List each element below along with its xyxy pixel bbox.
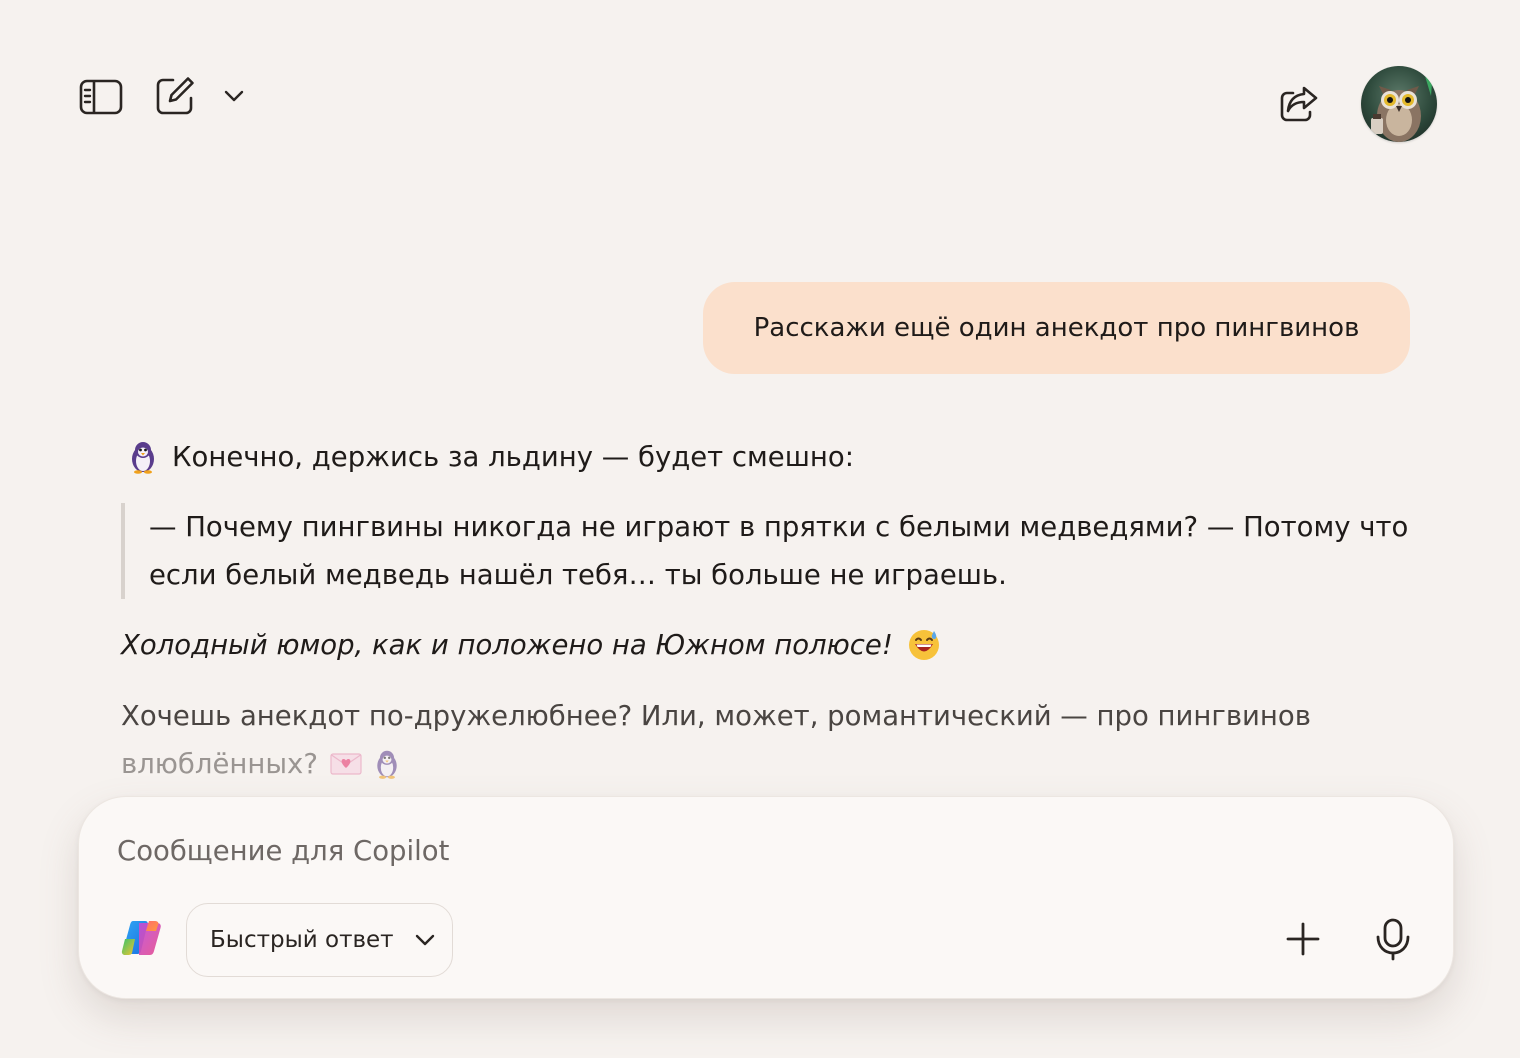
user-message-bubble: Расскажи ещё один анекдот про пингвинов — [703, 282, 1410, 374]
attach-button[interactable] — [1279, 915, 1327, 963]
followup-line-2: влюблённых? — [121, 748, 318, 780]
penguin-emoji — [132, 442, 154, 474]
message-input[interactable] — [117, 831, 1217, 871]
grinning-sweat-emoji — [908, 630, 939, 660]
joke-blockquote: — Почему пингвины никогда не играют в пр… — [121, 503, 1421, 599]
new-chat-button[interactable] — [150, 70, 200, 122]
microphone-icon — [1376, 918, 1410, 961]
assistant-intro-text: Конечно, держись за льдину — будет смешн… — [172, 441, 854, 473]
assistant-intro: Конечно, держись за льдину — будет смешн… — [126, 436, 854, 478]
chevron-down-icon — [224, 90, 244, 102]
sidebar-toggle-icon — [79, 79, 123, 115]
joke-line-1: — Почему пингвины никогда не играют в пр… — [149, 511, 1409, 543]
compose-icon — [156, 77, 194, 115]
joke-line-2: если белый медведь нашёл тебя… ты больше… — [149, 559, 1007, 591]
message-composer: Быстрый ответ — [78, 796, 1454, 999]
microphone-button[interactable] — [1369, 913, 1417, 965]
assistant-italic-remark: Холодный юмор, как и положено на Южном п… — [121, 624, 941, 666]
response-mode-dropdown[interactable]: Быстрый ответ — [186, 903, 453, 977]
share-button[interactable] — [1274, 80, 1324, 128]
followup-line-2-row: влюблённых? — [121, 740, 402, 788]
response-mode-label: Быстрый ответ — [210, 927, 394, 953]
user-avatar[interactable] — [1361, 66, 1437, 142]
sidebar-toggle-button[interactable] — [74, 72, 128, 122]
chevron-down-icon — [414, 933, 436, 947]
love-letter-emoji — [330, 753, 362, 775]
copilot-logo-icon — [121, 921, 161, 955]
followup-line-1: Хочешь анекдот по-дружелюбнее? Или, може… — [121, 700, 1311, 732]
plus-icon — [1286, 922, 1320, 956]
share-icon — [1280, 86, 1318, 122]
penguin-emoji — [377, 750, 397, 779]
chat-options-dropdown[interactable] — [218, 80, 250, 112]
owl-avatar — [1361, 66, 1437, 142]
italic-remark-text: Холодный юмор, как и положено на Южном п… — [121, 629, 893, 661]
assistant-followup: Хочешь анекдот по-дружелюбнее? Или, може… — [121, 692, 1421, 788]
user-message-text: Расскажи ещё один анекдот про пингвинов — [753, 313, 1360, 343]
